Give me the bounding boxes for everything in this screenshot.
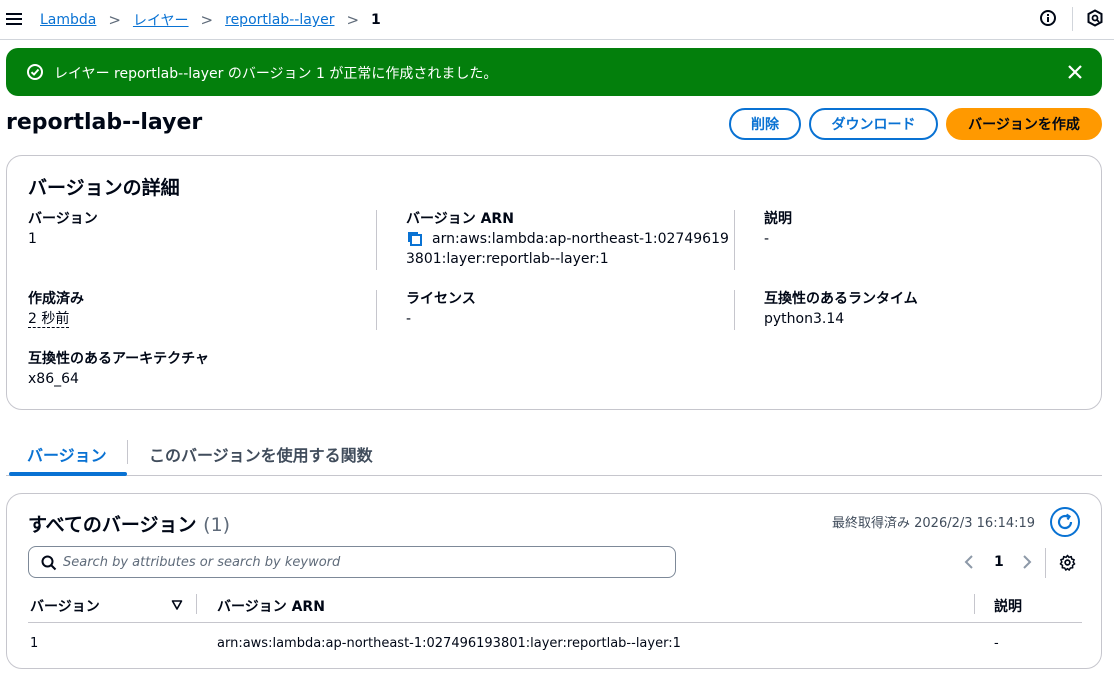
chevron-right-icon: > (200, 11, 214, 29)
column-divider (734, 290, 735, 330)
version-label: バージョン (28, 211, 98, 227)
column-header-version-arn[interactable]: バージョン ARN (217, 596, 325, 616)
breadcrumb-current: 1 (371, 12, 381, 28)
arn-value-line1: arn:aws:lambda:ap-northeast-1:02749619 (432, 231, 729, 247)
column-divider (196, 594, 197, 614)
success-flash-message: レイヤー reportlab--layer のバージョン 1 が正常に作成されま… (6, 48, 1102, 96)
breadcrumb-lambda[interactable]: Lambda (40, 12, 96, 28)
license-label: ライセンス (406, 291, 476, 307)
all-versions-card: すべてのバージョン (1) 最終取得済み 2026/2/3 16:14:19 1… (6, 493, 1102, 669)
row-description: - (994, 636, 999, 651)
chevron-right-icon[interactable] (1018, 554, 1034, 570)
info-icon[interactable] (1039, 9, 1057, 27)
sort-descending-icon[interactable] (171, 599, 183, 611)
page-title: reportlab--layer (6, 110, 203, 135)
column-divider (376, 210, 377, 270)
pagination-divider (1045, 548, 1046, 578)
runtime-label: 互換性のあるランタイム (764, 291, 918, 307)
column-header-version[interactable]: バージョン (30, 596, 100, 616)
versions-title-text: すべてのバージョン (28, 514, 197, 536)
description-value: - (764, 231, 770, 247)
tab-functions-using-version[interactable]: このバージョンを使用する関数 (149, 442, 373, 466)
license-value: - (406, 311, 412, 327)
chevron-left-icon[interactable] (962, 554, 978, 570)
gear-icon[interactable] (1059, 554, 1076, 571)
tab-separator (127, 440, 128, 464)
created-field: 作成済み 2 秒前 (28, 289, 84, 329)
delete-button[interactable]: 削除 (729, 108, 801, 140)
version-details-card: バージョンの詳細 バージョン 1 バージョン ARN arn:aws:lambd… (6, 155, 1102, 410)
version-field: バージョン 1 (28, 209, 98, 249)
row-version: 1 (30, 636, 39, 651)
created-label: 作成済み (28, 291, 84, 307)
page-number[interactable]: 1 (994, 554, 1004, 570)
breadcrumb-layer-name[interactable]: reportlab--layer (225, 12, 334, 28)
search-icon (41, 555, 57, 571)
arn-label: バージョン ARN (406, 211, 514, 227)
row-version-arn: arn:aws:lambda:ap-northeast-1:0274961938… (217, 636, 681, 651)
versions-title: すべてのバージョン (1) (28, 510, 230, 537)
chevron-right-icon: > (108, 11, 121, 29)
cloudshell-icon[interactable] (1086, 9, 1104, 27)
last-fetched-text: 最終取得済み 2026/2/3 16:14:19 (832, 516, 1036, 531)
architecture-value: x86_64 (28, 371, 79, 387)
version-value: 1 (28, 231, 37, 247)
column-header-description[interactable]: 説明 (994, 596, 1022, 616)
copy-icon[interactable] (406, 230, 424, 248)
version-arn-field: バージョン ARN arn:aws:lambda:ap-northeast-1:… (406, 209, 729, 269)
details-title: バージョンの詳細 (28, 177, 180, 199)
search-box (28, 546, 676, 578)
arn-value-line2: 3801:layer:reportlab--layer:1 (406, 251, 609, 267)
column-divider (376, 290, 377, 330)
description-field: 説明 - (764, 209, 792, 249)
runtime-value: python3.14 (764, 311, 845, 327)
runtime-field: 互換性のあるランタイム python3.14 (764, 289, 918, 329)
top-navigation-bar: Lambda > レイヤー > reportlab--layer > 1 (0, 0, 1114, 40)
architecture-label: 互換性のあるアーキテクチャ (28, 351, 210, 367)
refresh-icon[interactable] (1049, 506, 1081, 538)
top-divider (1072, 7, 1073, 31)
create-version-button[interactable]: バージョンを作成 (946, 108, 1102, 140)
breadcrumb: Lambda > レイヤー > reportlab--layer > 1 (40, 10, 381, 30)
table-header-border (28, 622, 1082, 623)
close-icon[interactable] (1066, 63, 1084, 81)
menu-icon[interactable] (6, 11, 22, 27)
download-button[interactable]: ダウンロード (809, 108, 938, 140)
check-circle-icon (27, 64, 43, 80)
created-value[interactable]: 2 秒前 (28, 311, 70, 328)
search-input[interactable] (63, 547, 663, 577)
chevron-right-icon: > (346, 11, 360, 29)
architecture-field: 互換性のあるアーキテクチャ x86_64 (28, 349, 209, 389)
license-field: ライセンス - (406, 289, 476, 329)
column-divider (974, 594, 975, 614)
breadcrumb-layers[interactable]: レイヤー (133, 10, 189, 30)
active-tab-indicator (9, 472, 127, 476)
flash-message-text: レイヤー reportlab--layer のバージョン 1 が正常に作成されま… (54, 66, 498, 82)
description-label: 説明 (764, 211, 792, 227)
versions-count: (1) (203, 514, 231, 536)
column-divider (734, 210, 735, 270)
tab-versions[interactable]: バージョン (27, 442, 107, 466)
tab-list: バージョン このバージョンを使用する関数 (6, 432, 1102, 476)
